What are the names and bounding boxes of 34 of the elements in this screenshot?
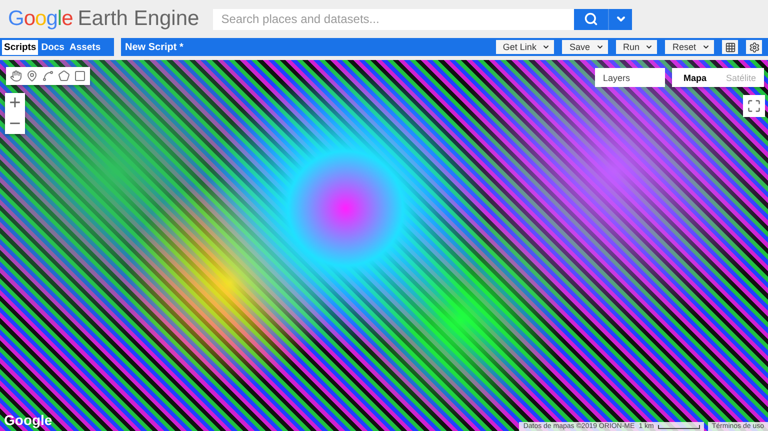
earth-engine-logo: Google Earth Engine (8, 7, 200, 31)
apps-button[interactable] (722, 40, 738, 54)
caret-icon (702, 43, 710, 51)
caret-icon (645, 43, 654, 51)
toolbar-button[interactable]: Reset (665, 40, 714, 54)
search-field[interactable]: Search places and datasets... (213, 8, 574, 30)
settings-icon (748, 42, 760, 52)
layers-control[interactable]: Layers (595, 68, 665, 87)
script-title: New Script * (125, 42, 184, 52)
zoom-in-button[interactable]: + (5, 93, 25, 113)
search-icon (584, 12, 598, 26)
pin-icon (26, 70, 38, 82)
google-logo: Google (4, 412, 52, 428)
scale-bar (658, 424, 700, 428)
polygon-icon (58, 70, 70, 82)
grid-icon (724, 42, 736, 52)
settings-button[interactable] (746, 40, 762, 54)
hand-icon (10, 70, 22, 82)
toolbar-button[interactable]: Save (562, 40, 608, 54)
zoom-out-button[interactable]: − (5, 114, 25, 134)
fullscreen-icon (747, 99, 761, 113)
search-options-button[interactable] (608, 8, 632, 30)
line-icon (42, 70, 54, 82)
panel-tab[interactable]: Scripts (2, 40, 38, 54)
toolbar-button[interactable]: Get Link (496, 40, 554, 54)
fullscreen-button[interactable] (743, 95, 765, 117)
toolbar-button[interactable]: Run (616, 40, 658, 54)
square-icon (74, 70, 86, 82)
map-type-button[interactable]: Mapa (672, 68, 718, 87)
panel-tab[interactable]: Assets (67, 40, 103, 54)
caret-icon (542, 43, 550, 51)
caret-icon (596, 43, 604, 51)
panel-tab[interactable]: Docs (39, 40, 66, 54)
search-button[interactable] (574, 8, 608, 30)
